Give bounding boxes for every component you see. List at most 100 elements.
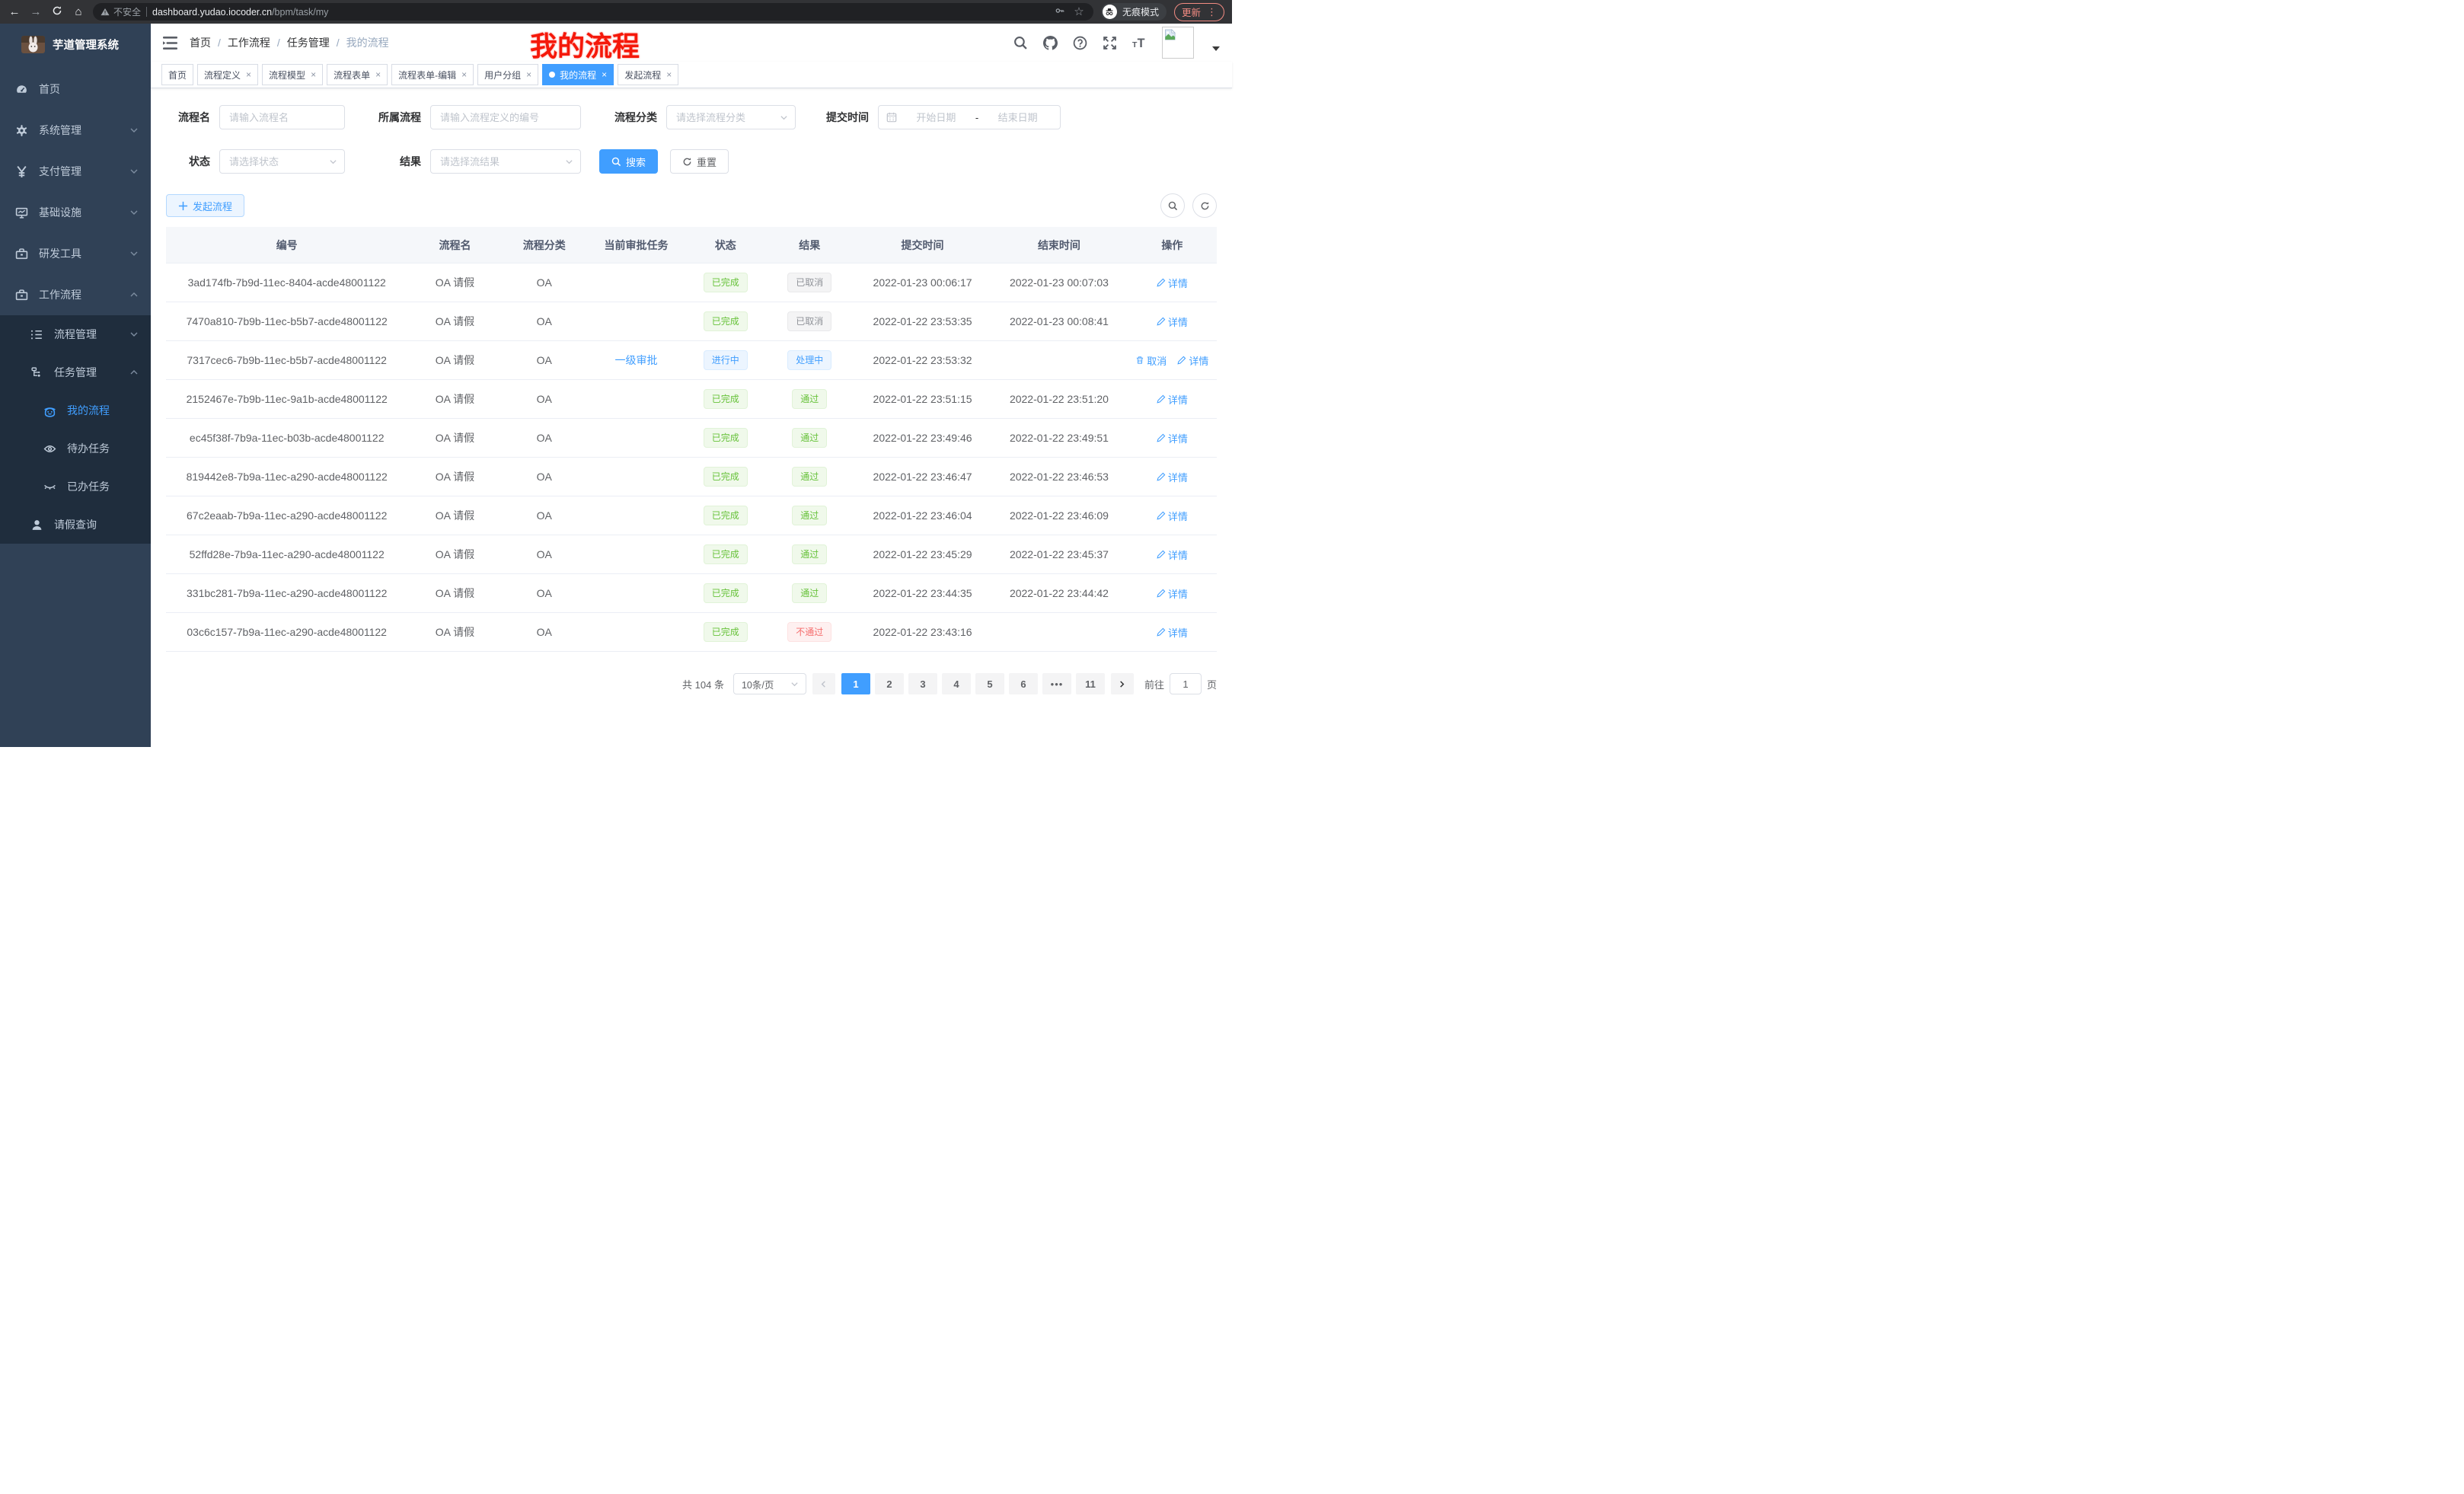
key-icon[interactable] bbox=[1053, 5, 1067, 18]
breadcrumb-home[interactable]: 首页 bbox=[190, 35, 211, 50]
tab-user-group[interactable]: 用户分组× bbox=[477, 64, 538, 85]
end-date-input[interactable] bbox=[983, 112, 1052, 123]
sidebar-item-workflow[interactable]: 工作流程 bbox=[0, 274, 151, 315]
goto-page-input[interactable] bbox=[1170, 678, 1201, 690]
hamburger-icon[interactable] bbox=[163, 37, 177, 49]
page-button-4[interactable]: 4 bbox=[942, 673, 971, 694]
app-logo-row[interactable]: 芋道管理系统 bbox=[0, 24, 151, 65]
bookmark-star-icon[interactable]: ☆ bbox=[1072, 6, 1086, 18]
avatar[interactable] bbox=[1162, 27, 1194, 59]
refresh-table-button[interactable] bbox=[1192, 193, 1217, 218]
process-category-select[interactable] bbox=[666, 105, 796, 129]
browser-toolbar: ← → ⌂ 不安全 dashboard.yudao.iocoder.cn/bpm… bbox=[0, 0, 1232, 24]
cell-result: 通过 bbox=[765, 574, 854, 613]
close-icon[interactable]: × bbox=[526, 70, 531, 79]
result-badge: 已取消 bbox=[787, 311, 831, 331]
sidebar-item-leave-query[interactable]: 请假查询 bbox=[0, 506, 151, 544]
page-ellipsis[interactable]: ••• bbox=[1042, 673, 1071, 694]
security-chip[interactable]: 不安全 bbox=[101, 5, 141, 18]
sidebar-item-task-mgmt[interactable]: 任务管理 bbox=[0, 353, 151, 391]
next-page-button[interactable] bbox=[1111, 673, 1134, 694]
tab-process-model[interactable]: 流程模型× bbox=[262, 64, 323, 85]
sidebar-item-todo-tasks[interactable]: 待办任务 bbox=[0, 429, 151, 468]
fullscreen-icon[interactable] bbox=[1103, 36, 1117, 50]
page-button-3[interactable]: 3 bbox=[908, 673, 937, 694]
back-icon[interactable]: ← bbox=[8, 6, 21, 18]
sidebar-item-process-mgmt[interactable]: 流程管理 bbox=[0, 315, 151, 353]
tab-process-form[interactable]: 流程表单× bbox=[327, 64, 388, 85]
detail-link[interactable]: 详情 bbox=[1157, 547, 1188, 562]
page-size-select[interactable]: 10条/页 bbox=[733, 673, 806, 694]
date-range-picker[interactable]: - bbox=[878, 105, 1061, 129]
sidebar-item-system[interactable]: 系统管理 bbox=[0, 110, 151, 151]
detail-link[interactable]: 详情 bbox=[1157, 625, 1188, 640]
url-bar[interactable]: 不安全 dashboard.yudao.iocoder.cn/bpm/task/… bbox=[93, 3, 1093, 21]
tab-start-process[interactable]: 发起流程× bbox=[618, 64, 678, 85]
cancel-link[interactable]: 取消 bbox=[1135, 353, 1167, 368]
reset-button[interactable]: 重置 bbox=[670, 149, 729, 174]
tab-home[interactable]: 首页 bbox=[161, 64, 193, 85]
close-icon[interactable]: × bbox=[602, 70, 607, 79]
tab-process-form-edit[interactable]: 流程表单-编辑× bbox=[391, 64, 474, 85]
close-icon[interactable]: × bbox=[666, 70, 672, 79]
page-annotation: 我的流程 bbox=[530, 24, 640, 64]
detail-link[interactable]: 详情 bbox=[1157, 509, 1188, 523]
process-definition-input[interactable] bbox=[431, 112, 580, 123]
detail-link[interactable]: 详情 bbox=[1177, 353, 1208, 368]
filter-status: 状态 bbox=[166, 149, 345, 174]
sidebar-item-home[interactable]: 首页 bbox=[0, 69, 151, 110]
filter-process-definition: 所属流程 bbox=[363, 105, 581, 129]
process-name-input[interactable] bbox=[220, 112, 344, 123]
sidebar-item-devtools[interactable]: 研发工具 bbox=[0, 233, 151, 274]
help-icon[interactable] bbox=[1073, 36, 1087, 50]
detail-link[interactable]: 详情 bbox=[1157, 431, 1188, 445]
detail-link[interactable]: 详情 bbox=[1157, 276, 1188, 290]
reload-icon[interactable] bbox=[50, 5, 64, 18]
search-icon[interactable] bbox=[1013, 36, 1028, 50]
status-select[interactable] bbox=[219, 149, 345, 174]
toggle-search-button[interactable] bbox=[1160, 193, 1185, 218]
breadcrumb-task-mgmt[interactable]: 任务管理 bbox=[287, 35, 330, 50]
browser-menu-icon[interactable]: ⋮ bbox=[1207, 7, 1217, 17]
page-button-2[interactable]: 2 bbox=[875, 673, 904, 694]
github-icon[interactable] bbox=[1043, 36, 1058, 50]
url-text[interactable]: dashboard.yudao.iocoder.cn/bpm/task/my bbox=[152, 7, 328, 18]
sidebar-item-done-tasks[interactable]: 已办任务 bbox=[0, 468, 151, 506]
close-icon[interactable]: × bbox=[461, 70, 467, 79]
detail-link[interactable]: 详情 bbox=[1157, 470, 1188, 484]
tab-process-definition[interactable]: 流程定义× bbox=[197, 64, 258, 85]
start-date-input[interactable] bbox=[902, 112, 971, 123]
page-button-5[interactable]: 5 bbox=[975, 673, 1004, 694]
detail-link[interactable]: 详情 bbox=[1157, 586, 1188, 601]
result-badge: 不通过 bbox=[787, 622, 831, 642]
detail-link[interactable]: 详情 bbox=[1157, 314, 1188, 329]
page-button-6[interactable]: 6 bbox=[1009, 673, 1038, 694]
sidebar-item-my-process[interactable]: 我的流程 bbox=[0, 391, 151, 429]
close-icon[interactable]: × bbox=[246, 70, 251, 79]
navbar: 首页 / 工作流程 / 任务管理 / 我的流程 我的流程 TT bbox=[151, 24, 1232, 62]
forward-icon[interactable]: → bbox=[29, 6, 43, 18]
search-button[interactable]: 搜索 bbox=[599, 149, 658, 174]
sidebar-item-infra[interactable]: 基础设施 bbox=[0, 192, 151, 233]
current-task-link[interactable]: 一级审批 bbox=[615, 354, 658, 366]
prev-page-button[interactable] bbox=[812, 673, 835, 694]
sidebar-item-payment[interactable]: 支付管理 bbox=[0, 151, 151, 192]
update-button[interactable]: 更新 ⋮ bbox=[1174, 3, 1224, 21]
font-size-icon[interactable]: TT bbox=[1132, 36, 1147, 50]
toolbox-icon bbox=[15, 289, 28, 302]
page-content: 流程名 所属流程 流程分类 bbox=[151, 88, 1232, 747]
page-button-1[interactable]: 1 bbox=[841, 673, 870, 694]
close-icon[interactable]: × bbox=[311, 70, 316, 79]
cell-category: OA bbox=[503, 419, 586, 458]
detail-link[interactable]: 详情 bbox=[1157, 392, 1188, 407]
search-icon bbox=[611, 157, 621, 167]
result-select[interactable] bbox=[430, 149, 581, 174]
close-icon[interactable]: × bbox=[375, 70, 381, 79]
page-button-11[interactable]: 11 bbox=[1076, 673, 1105, 694]
breadcrumb-workflow[interactable]: 工作流程 bbox=[228, 35, 270, 50]
avatar-dropdown-caret-icon[interactable] bbox=[1212, 46, 1220, 51]
tab-my-process[interactable]: 我的流程× bbox=[542, 64, 614, 85]
home-icon[interactable]: ⌂ bbox=[72, 6, 85, 18]
col-result: 结果 bbox=[765, 227, 854, 263]
start-process-button[interactable]: 发起流程 bbox=[166, 194, 244, 217]
